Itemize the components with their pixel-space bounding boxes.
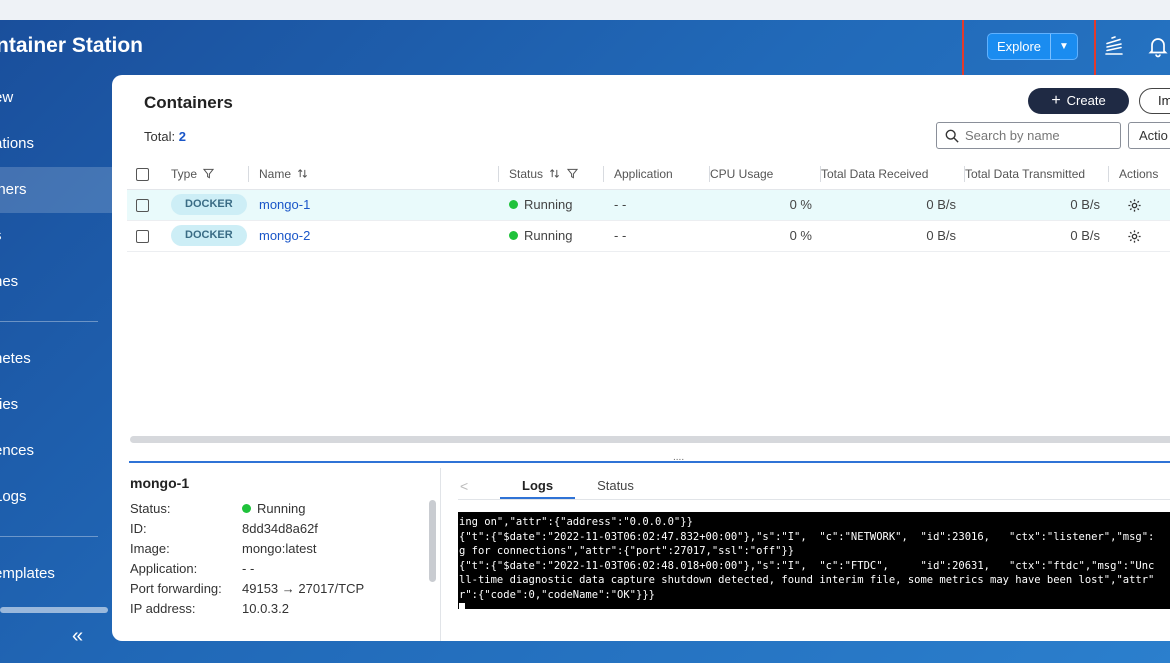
filter-icon[interactable] [203, 168, 215, 179]
log-line: r":{"code":0,"codeName":"OK"}}} [459, 588, 655, 601]
create-button[interactable]: + Create [1028, 88, 1129, 114]
gear-icon[interactable] [1127, 229, 1142, 244]
select-all-checkbox[interactable] [136, 167, 149, 181]
import-button[interactable]: Im [1139, 88, 1170, 114]
sidebar-item-event-logs[interactable]: Logs [0, 474, 112, 520]
containers-panel: Containers Total: 2 +Create Im Actio Typ… [112, 75, 1170, 641]
column-application: Application [604, 159, 710, 190]
type-badge: DOCKER [171, 194, 247, 215]
gear-icon[interactable] [1127, 198, 1142, 213]
application-cell: - - [604, 189, 710, 221]
detail-ip-address: IP address: 10.0.3.2 [130, 601, 289, 616]
received-cell: 0 B/s [821, 220, 965, 252]
column-total-data-received: Total Data Received [821, 159, 965, 190]
terminal-cursor [459, 602, 465, 609]
column-actions: Actions [1109, 159, 1170, 190]
details-title: mongo-1 [130, 475, 190, 491]
log-line: {"t":{"$date":"2022-11-03T06:02:47.832+0… [459, 530, 1155, 543]
sort-icon[interactable] [549, 168, 560, 179]
page-title: Containers [144, 93, 233, 112]
cpu-cell: 0 % [710, 220, 821, 252]
search-input[interactable] [965, 128, 1115, 143]
browser-top-strip [0, 0, 1170, 20]
log-line: {"t":{"$date":"2022-11-03T06:02:48.018+0… [459, 559, 1155, 572]
action-button[interactable]: Actio [1128, 122, 1170, 149]
details-tabs: < Logs Status [460, 473, 656, 499]
chevron-left-icon[interactable]: < [460, 473, 500, 499]
running-status-dot [509, 231, 518, 240]
sort-icon[interactable] [297, 168, 308, 179]
sidebar-item-applications[interactable]: ations [0, 121, 112, 167]
container-name-link[interactable]: mongo-1 [259, 197, 310, 212]
tabs-underline [458, 499, 1170, 500]
plus-icon: + [1051, 92, 1061, 109]
details-scrollbar[interactable] [429, 500, 436, 582]
application-cell: - - [604, 220, 710, 252]
search-icon [945, 129, 959, 143]
status-text: Running [524, 228, 573, 243]
sidebar-item-overview[interactable]: ew [0, 75, 112, 121]
sidebar-item-templates[interactable]: emplates [0, 551, 112, 597]
stack-tasks-icon[interactable] [1102, 34, 1126, 58]
transmitted-cell: 0 B/s [965, 220, 1109, 252]
running-status-dot [242, 504, 251, 513]
column-cpu-usage: CPU Usage [710, 159, 821, 190]
table-header-row: Type Name Status Application CPU Usage T… [127, 159, 1170, 190]
explore-split-button[interactable]: Explore ▼ [987, 33, 1078, 60]
column-type[interactable]: Type [171, 159, 249, 190]
detail-status: Status: Running [130, 501, 306, 516]
sidebar-scrollbar[interactable] [0, 607, 108, 613]
select-all-checkbox-cell[interactable] [127, 159, 171, 190]
log-line: ing on","attr":{"address":"0.0.0.0"}} [459, 516, 693, 528]
table-row[interactable]: DOCKER mongo-1 Running - - 0 % 0 B/s 0 B… [127, 189, 1170, 221]
collapse-sidebar-icon[interactable]: « [72, 625, 83, 648]
column-name[interactable]: Name [249, 159, 499, 190]
table-horizontal-scrollbar[interactable] [130, 436, 1170, 443]
type-badge: DOCKER [171, 225, 247, 246]
logs-console[interactable]: ing on","attr":{"address":"0.0.0.0"}} {"t… [458, 512, 1170, 609]
container-name-link[interactable]: mongo-2 [259, 228, 310, 243]
cpu-cell: 0 % [710, 189, 821, 221]
detail-application: Application: - - [130, 561, 255, 576]
detail-image: Image: mongo:latest [130, 541, 317, 556]
container-station-app: ntainer Station Explore ▼ ew ations iner… [0, 20, 1170, 663]
column-total-data-transmitted: Total Data Transmitted [965, 159, 1109, 190]
sidebar-item-preferences[interactable]: ences [0, 428, 112, 474]
log-line: ll-time diagnostic data capture shutdown… [459, 574, 1155, 587]
sidebar-item-images[interactable]: s [0, 213, 112, 259]
explore-button[interactable]: Explore [988, 34, 1051, 59]
containers-table: Type Name Status Application CPU Usage T… [127, 159, 1170, 252]
sidebar-divider [0, 321, 98, 322]
search-box[interactable] [936, 122, 1121, 149]
row-checkbox[interactable] [136, 199, 149, 213]
sidebar-item-volumes[interactable]: nes [0, 259, 112, 305]
sidebar-item-registries[interactable]: ries [0, 382, 112, 428]
log-line: g for connections","attr":{"port":27017,… [459, 545, 795, 558]
details-divider [440, 468, 441, 641]
sidebar: ew ations iners s nes netes ries ences L… [0, 75, 112, 663]
status-text: Running [524, 197, 573, 212]
sidebar-divider [0, 536, 98, 537]
tab-status[interactable]: Status [575, 473, 656, 499]
running-status-dot [509, 200, 518, 209]
explore-dropdown-icon[interactable]: ▼ [1051, 34, 1077, 59]
filter-icon[interactable] [566, 168, 578, 179]
detail-port-forwarding: Port forwarding: 49153 → 27017/TCP [130, 581, 365, 596]
received-cell: 0 B/s [821, 189, 965, 221]
total-count: Total: 2 [144, 129, 186, 144]
detail-id: ID: 8dd34d8a62f [130, 521, 318, 536]
column-status[interactable]: Status [499, 159, 604, 190]
sidebar-item-containers[interactable]: iners [0, 167, 112, 213]
tab-logs[interactable]: Logs [500, 473, 576, 499]
bell-icon[interactable] [1146, 34, 1170, 58]
panel-splitter[interactable] [129, 461, 1170, 463]
table-row[interactable]: DOCKER mongo-2 Running - - 0 % 0 B/s 0 B… [127, 220, 1170, 252]
transmitted-cell: 0 B/s [965, 189, 1109, 221]
row-checkbox[interactable] [136, 230, 149, 244]
sidebar-item-kubernetes[interactable]: netes [0, 336, 112, 382]
app-title: ntainer Station [0, 34, 144, 57]
